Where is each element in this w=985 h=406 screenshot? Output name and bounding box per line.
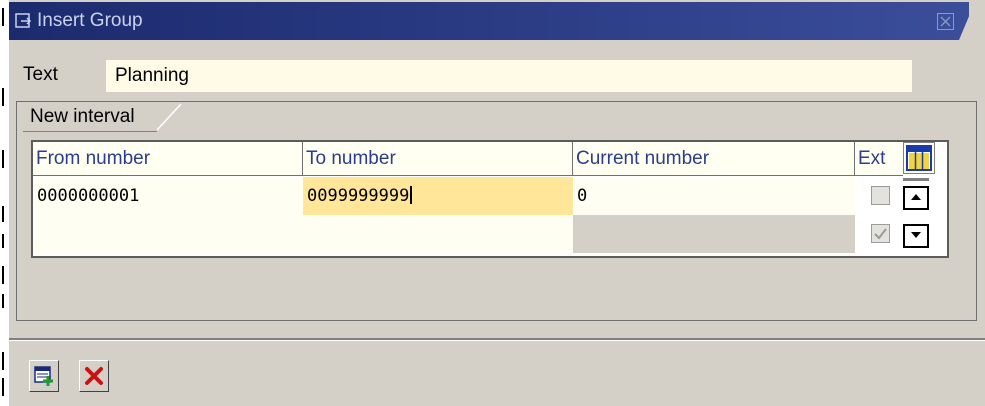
dialog-icon xyxy=(15,13,32,29)
column-header-to[interactable]: To number xyxy=(303,142,573,176)
tab-label: New interval xyxy=(30,106,135,127)
scroll-down-button[interactable] xyxy=(903,224,929,248)
checkmark-icon xyxy=(874,228,887,240)
from-number-cell[interactable] xyxy=(33,215,303,253)
text-input[interactable]: Planning xyxy=(106,60,912,92)
scrollbar-track-top xyxy=(903,178,929,181)
column-settings-icon xyxy=(906,145,932,171)
title-bar: Insert Group xyxy=(9,2,969,40)
column-header-current[interactable]: Current number xyxy=(573,142,855,176)
scroll-up-icon xyxy=(911,194,921,200)
cancel-x-icon xyxy=(85,367,103,385)
insert-row-icon xyxy=(34,366,53,386)
to-number-cell[interactable] xyxy=(303,215,573,253)
current-number-cell[interactable]: 0 xyxy=(573,177,855,215)
title-bar-corner xyxy=(959,2,975,40)
scroll-up-button[interactable] xyxy=(903,186,929,210)
insert-button[interactable] xyxy=(29,360,59,392)
column-settings-button[interactable] xyxy=(903,142,935,174)
interval-table: From number To number Current number Ext… xyxy=(31,140,949,258)
table-scrollbar[interactable] xyxy=(901,176,931,256)
close-button[interactable] xyxy=(937,13,954,30)
insert-group-dialog: Insert Group Text Planning New interval … xyxy=(9,0,985,406)
text-label: Text xyxy=(23,64,58,85)
ext-checkbox-unchecked[interactable] xyxy=(871,186,890,205)
scroll-down-icon xyxy=(911,232,921,238)
ext-checkbox-checked[interactable] xyxy=(871,224,890,243)
close-icon xyxy=(940,16,951,27)
from-number-cell[interactable]: 0000000001 xyxy=(33,177,303,215)
cancel-button[interactable] xyxy=(79,360,109,392)
current-number-cell xyxy=(573,215,855,253)
window-title: Insert Group xyxy=(37,10,143,31)
background-window-edge xyxy=(0,0,4,406)
text-cursor xyxy=(410,186,413,204)
to-number-cell[interactable]: 0099999999 xyxy=(303,177,573,215)
footer-divider-highlight xyxy=(9,340,985,341)
column-header-from[interactable]: From number xyxy=(33,142,303,176)
to-number-value: 0099999999 xyxy=(307,186,410,206)
column-header-ext[interactable]: Ext xyxy=(855,142,903,176)
